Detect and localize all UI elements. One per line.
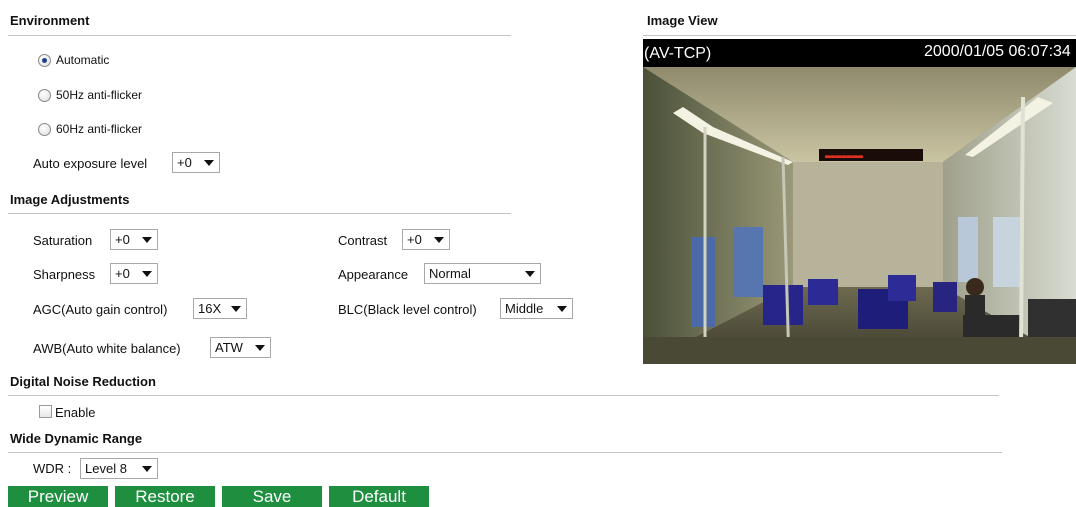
camera-overlay-bar: (AV-TCP) 2000/01/05 06:07:34 xyxy=(643,39,1076,67)
train-interior-image: ▬▬▬▬▬▬▬ xyxy=(643,67,1076,364)
contrast-select[interactable]: +0 xyxy=(402,229,450,250)
camera-timestamp: 2000/01/05 06:07:34 xyxy=(924,43,1071,60)
chevron-down-icon xyxy=(434,236,444,243)
blc-select[interactable]: Middle xyxy=(500,298,573,319)
blc-value: Middle xyxy=(505,301,544,316)
chevron-down-icon xyxy=(204,159,214,166)
radio-label: 60Hz anti-flicker xyxy=(56,122,143,136)
chevron-down-icon xyxy=(142,236,152,243)
wdr-divider xyxy=(8,452,1002,453)
led-sign-text: ▬▬▬▬▬▬▬ xyxy=(825,152,864,162)
auto-exposure-label: Auto exposure level xyxy=(33,156,148,171)
radio-60hz[interactable]: 60Hz anti-flicker xyxy=(38,122,142,136)
auto-exposure-value: +0 xyxy=(177,155,192,170)
saturation-select[interactable]: +0 xyxy=(110,229,158,250)
chevron-down-icon xyxy=(142,270,152,277)
chevron-down-icon xyxy=(557,305,567,312)
wdr-value: Level 8 xyxy=(85,461,127,476)
environment-title: Environment xyxy=(10,13,90,28)
camera-source-label: (AV-TCP) xyxy=(644,45,712,62)
radio-50hz[interactable]: 50Hz anti-flicker xyxy=(38,88,142,102)
awb-select[interactable]: ATW xyxy=(210,337,271,358)
dnr-title: Digital Noise Reduction xyxy=(10,374,156,389)
preview-button[interactable]: Preview xyxy=(8,486,108,507)
camera-view: (AV-TCP) 2000/01/05 06:07:34 ▬▬▬▬▬▬▬ xyxy=(643,39,1076,364)
image-view-divider xyxy=(643,35,1076,36)
radio-automatic[interactable]: Automatic xyxy=(38,53,109,67)
chevron-down-icon xyxy=(231,305,241,312)
image-adjustments-title: Image Adjustments xyxy=(10,192,130,207)
auto-exposure-select[interactable]: +0 xyxy=(172,152,220,173)
agc-label: AGC(Auto gain control) xyxy=(33,302,168,317)
radio-label: Automatic xyxy=(56,53,110,67)
dnr-enable-label: Enable xyxy=(55,405,96,420)
awb-label: AWB(Auto white balance) xyxy=(33,341,181,356)
restore-button[interactable]: Restore xyxy=(115,486,215,507)
image-adjustments-divider xyxy=(8,213,511,214)
chevron-down-icon xyxy=(255,344,265,351)
awb-value: ATW xyxy=(215,340,243,355)
appearance-value: Normal xyxy=(429,266,471,281)
appearance-select[interactable]: Normal xyxy=(424,263,541,284)
radio-button[interactable] xyxy=(38,122,51,136)
wdr-label: WDR : xyxy=(33,461,72,476)
contrast-label: Contrast xyxy=(338,233,388,248)
sharpness-value: +0 xyxy=(115,266,130,281)
sharpness-label: Sharpness xyxy=(33,267,96,282)
sharpness-select[interactable]: +0 xyxy=(110,263,158,284)
dnr-divider xyxy=(8,395,999,396)
save-button[interactable]: Save xyxy=(222,486,322,507)
blc-label: BLC(Black level control) xyxy=(338,302,477,317)
wdr-select[interactable]: Level 8 xyxy=(80,458,158,479)
image-view-title: Image View xyxy=(647,13,718,28)
dnr-enable-checkbox[interactable] xyxy=(39,405,52,418)
default-button[interactable]: Default xyxy=(329,486,429,507)
saturation-label: Saturation xyxy=(33,233,93,248)
contrast-value: +0 xyxy=(407,232,422,247)
radio-label: 50Hz anti-flicker xyxy=(56,88,143,102)
chevron-down-icon xyxy=(142,465,152,472)
environment-divider xyxy=(8,35,511,36)
wdr-title: Wide Dynamic Range xyxy=(10,431,143,446)
chevron-down-icon xyxy=(525,270,535,277)
radio-button[interactable] xyxy=(38,53,51,67)
appearance-label: Appearance xyxy=(338,267,409,282)
saturation-value: +0 xyxy=(115,232,130,247)
agc-value: 16X xyxy=(198,301,222,316)
agc-select[interactable]: 16X xyxy=(193,298,247,319)
radio-button[interactable] xyxy=(38,88,51,102)
